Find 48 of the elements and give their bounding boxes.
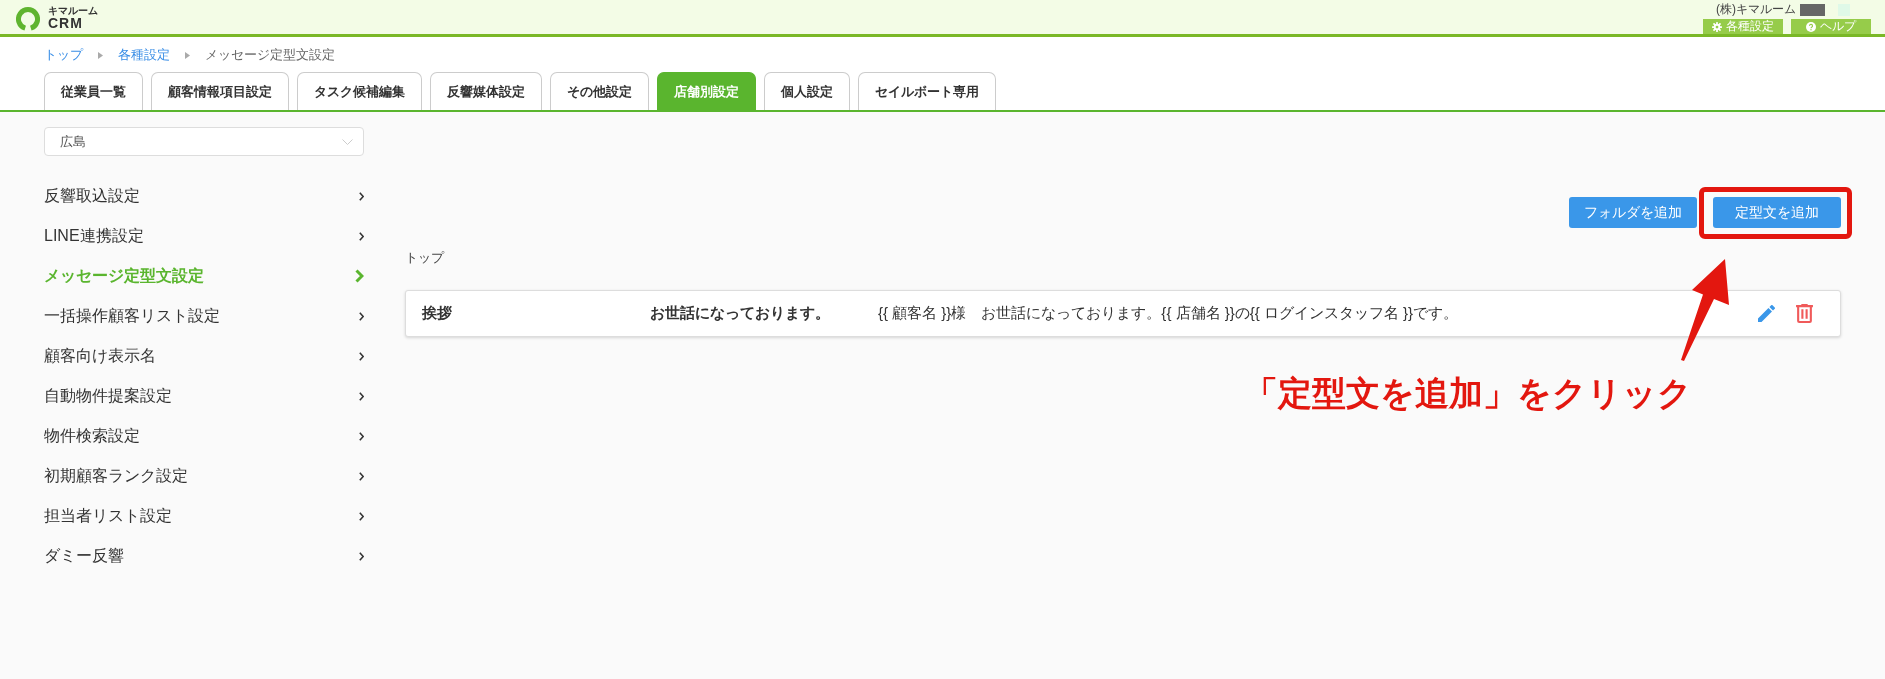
chevron-down-icon <box>342 138 353 145</box>
help-icon <box>1806 21 1816 32</box>
tab[interactable]: タスク候補編集 <box>297 72 422 110</box>
breadcrumb-separator-icon <box>185 51 190 59</box>
chevron-right-icon <box>359 351 364 361</box>
chevron-right-icon <box>359 191 364 201</box>
chevron-right-icon <box>359 431 364 441</box>
gear-icon <box>1712 21 1722 32</box>
chevron-right-icon <box>359 551 364 561</box>
sidebar-item[interactable]: 自動物件提案設定 <box>44 376 364 416</box>
breadcrumb-separator-icon <box>98 51 103 59</box>
sidebar-item[interactable]: ダミー反響 <box>44 536 364 576</box>
breadcrumb-current: メッセージ定型文設定 <box>205 46 335 64</box>
chevron-right-icon <box>359 391 364 401</box>
sidebar-item[interactable]: 一括操作顧客リスト設定 <box>44 296 364 336</box>
folder-path-link[interactable]: トップ <box>405 249 444 267</box>
chevron-right-icon <box>355 269 364 283</box>
template-name: 挨拶 <box>422 303 453 324</box>
logo-kana: キマルーム <box>48 6 98 16</box>
sidebar-item[interactable]: 顧客向け表示名 <box>44 336 364 376</box>
pencil-icon[interactable] <box>1758 305 1775 322</box>
tab[interactable]: 反響媒体設定 <box>430 72 542 110</box>
company-name: (株)キマルーム <box>1716 3 1796 16</box>
template-body: {{ 顧客名 }}様 お世話になっております。{{ 店舗名 }}の{{ ログインスタッフ名 }}です。 <box>878 303 1460 324</box>
sidebar-item[interactable]: LINE連携設定 <box>44 216 364 256</box>
sidebar-item[interactable]: 担当者リスト設定 <box>44 496 364 536</box>
template-card[interactable]: 挨拶 お世話になっております。 {{ 顧客名 }}様 お世話になっております。{{ 店舗名 }}の{{ ログインスタッフ名 }}です。 <box>405 290 1841 337</box>
tab[interactable]: 顧客情報項目設定 <box>151 72 289 110</box>
tab[interactable]: その他設定 <box>550 72 649 110</box>
chevron-right-icon <box>359 231 364 241</box>
tab[interactable]: 個人設定 <box>764 72 850 110</box>
sidebar-item[interactable]: 反響取込設定 <box>44 176 364 216</box>
store-select[interactable]: 広島 <box>44 127 364 156</box>
tab[interactable]: 従業員一覧 <box>44 72 143 110</box>
callout-text: 「定型文を追加」をクリック <box>1244 373 1692 414</box>
sidebar-item[interactable]: 物件検索設定 <box>44 416 364 456</box>
chevron-right-icon <box>359 511 364 521</box>
logo-text: CRM <box>48 16 84 31</box>
logo-ring-icon <box>16 6 40 31</box>
trash-icon[interactable] <box>1796 304 1813 323</box>
chevron-right-icon <box>359 311 364 321</box>
chevron-right-icon <box>359 471 364 481</box>
template-subject: お世話になっております。 <box>650 303 831 324</box>
tab[interactable]: セイルボート専用 <box>858 72 996 110</box>
breadcrumb-link[interactable]: 各種設定 <box>118 46 170 64</box>
sidebar-item[interactable]: 初期顧客ランク設定 <box>44 456 364 496</box>
redacted-block <box>1800 3 1825 16</box>
breadcrumb-link[interactable]: トップ <box>44 46 83 64</box>
